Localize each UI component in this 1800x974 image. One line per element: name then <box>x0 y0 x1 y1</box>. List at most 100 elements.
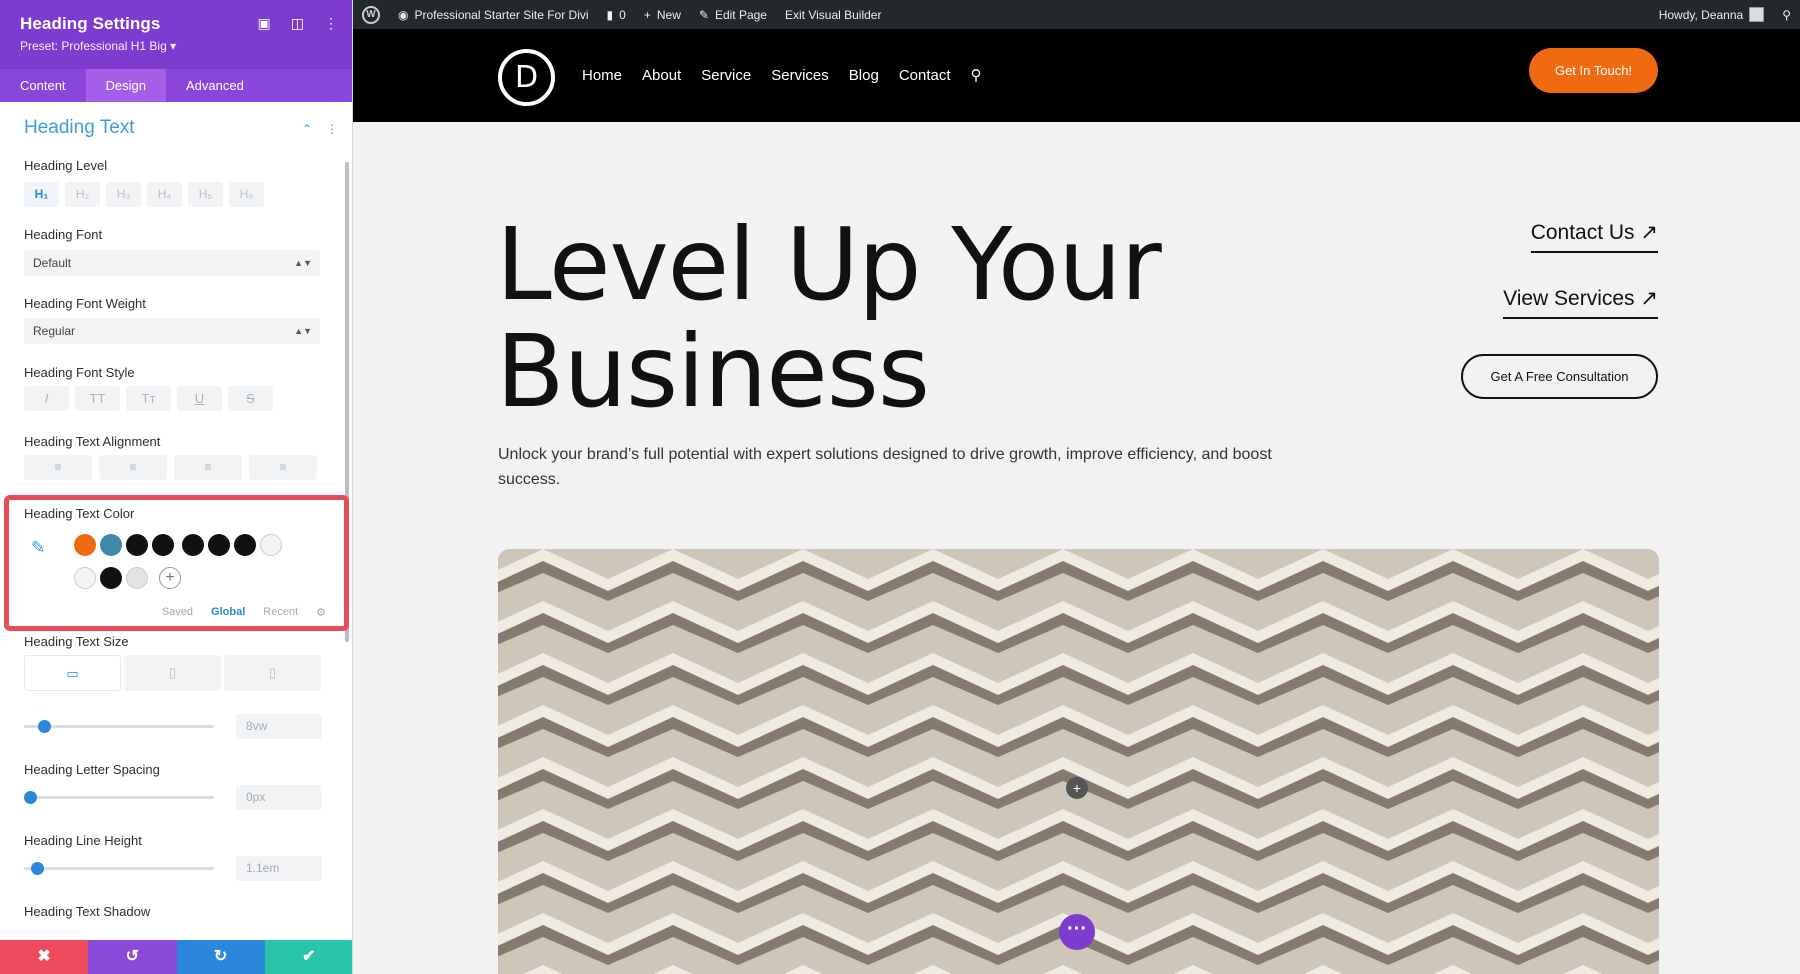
heading-level-h6[interactable]: H₆ <box>229 182 264 207</box>
hero-heading-line-2: Business <box>496 313 930 430</box>
color-swatch[interactable] <box>126 534 148 556</box>
strikethrough-button[interactable]: S <box>228 386 273 411</box>
nav-contact[interactable]: Contact <box>899 67 951 84</box>
heading-level-label: Heading Level <box>24 158 108 173</box>
tab-advanced[interactable]: Advanced <box>166 69 264 102</box>
phone-tab[interactable]: ▯ <box>224 655 321 691</box>
color-swatch[interactable] <box>260 534 282 556</box>
color-tab-global[interactable]: Global <box>211 606 245 619</box>
add-color-icon[interactable]: + <box>159 567 181 589</box>
letter-spacing-slider[interactable] <box>24 791 214 804</box>
search-icon[interactable]: ⚲ <box>971 66 982 84</box>
expand-icon[interactable]: ▣ <box>258 15 271 32</box>
nav-about[interactable]: About <box>642 67 681 84</box>
section-title[interactable]: Heading Text <box>24 117 135 139</box>
slider-knob[interactable] <box>38 720 52 733</box>
text-size-input[interactable]: 8vw <box>236 714 322 739</box>
section-more-icon[interactable]: ⋮ <box>326 122 338 136</box>
view-services-link[interactable]: View Services ↗ <box>1503 286 1658 319</box>
section-controls: ⌃ ⋮ <box>302 122 338 136</box>
color-swatch[interactable] <box>126 567 148 589</box>
color-swatch[interactable] <box>152 534 174 556</box>
underline-button[interactable]: U <box>177 386 222 411</box>
tablet-icon: ▯ <box>168 665 177 680</box>
align-justify-button[interactable]: ≡ <box>249 455 317 480</box>
redo-button[interactable]: ↻ <box>176 940 265 974</box>
letter-spacing-input[interactable]: 0px <box>236 785 322 810</box>
uppercase-button[interactable]: TT <box>75 386 120 411</box>
admin-bar-right: Howdy, Deanna ⚲ <box>1650 7 1800 22</box>
text-size-slider[interactable] <box>24 720 214 733</box>
tab-design[interactable]: Design <box>85 69 167 102</box>
undo-button[interactable]: ↺ <box>88 940 177 974</box>
desktop-tab[interactable]: ▭ <box>24 655 121 691</box>
nav-blog[interactable]: Blog <box>849 67 879 84</box>
color-swatch[interactable] <box>74 534 96 556</box>
color-swatch[interactable] <box>74 567 96 589</box>
nav-services[interactable]: Services <box>771 67 829 84</box>
gear-icon[interactable]: ⚙ <box>316 606 326 619</box>
align-right-button[interactable]: ≡ <box>174 455 242 480</box>
eyedropper-icon[interactable]: ✎ <box>31 538 45 558</box>
edit-page-link[interactable]: ✎ Edit Page <box>690 8 776 22</box>
wordpress-icon: W <box>362 5 380 24</box>
contact-us-link[interactable]: Contact Us ↗ <box>1530 220 1658 253</box>
line-height-input[interactable]: 1.1em <box>236 856 322 881</box>
site-name-link[interactable]: ◉ Professional Starter Site For Divi <box>389 8 598 22</box>
hero-heading[interactable]: Level Up Your Business <box>496 206 1162 430</box>
get-in-touch-button[interactable]: Get In Touch! <box>1529 48 1658 93</box>
add-module-icon[interactable]: + <box>1066 777 1088 799</box>
heading-level-h1[interactable]: H₁ <box>24 182 59 207</box>
heading-font-weight-select[interactable]: Regular ▲▼ <box>24 318 320 344</box>
builder-menu-icon[interactable]: ··· <box>1059 914 1095 950</box>
admin-search-icon[interactable]: ⚲ <box>1773 8 1800 22</box>
layout-toggle-icon[interactable]: ◫ <box>291 15 304 32</box>
save-button[interactable]: ✔ <box>264 940 352 974</box>
capitalize-button[interactable]: Tᴛ <box>126 386 171 411</box>
align-center-button[interactable]: ≡ <box>99 455 167 480</box>
free-consultation-button[interactable]: Get A Free Consultation <box>1461 354 1658 399</box>
site-logo[interactable]: D <box>498 49 555 106</box>
panel-header-icons: ▣ ◫ ⋮ <box>258 15 338 32</box>
discard-button[interactable]: ✖ <box>0 940 89 974</box>
heading-font-select[interactable]: Default ▲▼ <box>24 250 320 276</box>
greeting: Howdy, Deanna <box>1658 7 1744 22</box>
color-swatch[interactable] <box>100 534 122 556</box>
preset-selector[interactable]: Preset: Professional H1 Big ▾ <box>20 39 332 53</box>
hero-heading-line-1: Level Up Your <box>496 206 1162 323</box>
hero-description: Unlock your brand’s full potential with … <box>498 446 1272 488</box>
tablet-tab[interactable]: ▯ <box>124 655 221 691</box>
align-left-icon: ≡ <box>54 460 62 474</box>
heading-level-h5[interactable]: H₅ <box>188 182 223 207</box>
color-tab-saved[interactable]: Saved <box>162 606 193 619</box>
exit-visual-builder-link[interactable]: Exit Visual Builder <box>776 8 891 22</box>
slider-knob[interactable] <box>31 862 45 875</box>
chevron-up-icon[interactable]: ⌃ <box>302 122 312 136</box>
color-tabs: Saved Global Recent ⚙ <box>162 606 326 619</box>
color-swatch[interactable] <box>100 567 122 589</box>
color-tab-recent[interactable]: Recent <box>263 606 298 619</box>
italic-button[interactable]: I <box>24 386 69 411</box>
color-swatch[interactable] <box>234 534 256 556</box>
line-height-slider[interactable] <box>24 862 214 875</box>
nav-service[interactable]: Service <box>701 67 751 84</box>
heading-font-label: Heading Font <box>24 227 103 242</box>
align-left-button[interactable]: ≡ <box>24 455 92 480</box>
more-options-icon[interactable]: ⋮ <box>324 15 338 32</box>
alignment-buttons: ≡ ≡ ≡ ≡ <box>24 455 317 480</box>
slider-knob[interactable] <box>24 791 37 804</box>
color-swatch[interactable] <box>208 534 230 556</box>
heading-level-h3[interactable]: H₃ <box>106 182 141 207</box>
heading-text-size-label: Heading Text Size <box>24 634 129 649</box>
wp-menu[interactable]: W <box>353 5 389 24</box>
tab-content[interactable]: Content <box>0 69 86 102</box>
heading-level-h4[interactable]: H₄ <box>147 182 182 207</box>
color-swatch[interactable] <box>182 534 204 556</box>
comments-link[interactable]: ▮ 0 <box>598 8 635 22</box>
heading-text-shadow-label: Heading Text Shadow <box>24 904 151 919</box>
heading-font-weight-value: Regular <box>33 324 76 338</box>
new-content-link[interactable]: + New <box>635 8 690 22</box>
heading-level-h2[interactable]: H₂ <box>65 182 100 207</box>
user-menu[interactable]: Howdy, Deanna <box>1650 7 1774 22</box>
nav-home[interactable]: Home <box>582 67 622 84</box>
